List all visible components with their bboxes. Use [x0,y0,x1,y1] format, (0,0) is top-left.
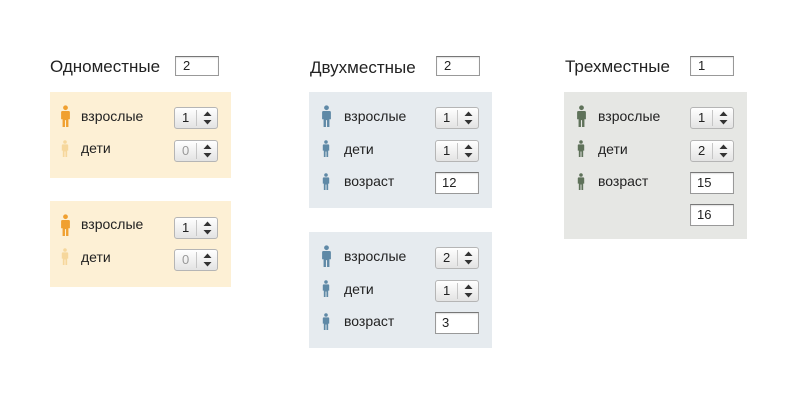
children-select-value: 2 [698,143,706,158]
up-down-arrows-icon [464,111,473,125]
select-divider [457,110,458,126]
single-room-panel: взрослые 1 дети 0 [50,92,231,178]
select-divider [712,110,713,126]
child-age-input[interactable]: 3 [435,312,479,334]
children-select[interactable]: 2 [690,140,734,162]
up-down-arrows-icon [719,111,728,125]
child-person-icon [322,313,330,330]
children-label: дети [81,249,111,265]
select-divider [196,252,197,268]
child-person-icon [61,248,69,265]
triple-rooms-title: Трехместные [565,57,670,76]
children-label: дети [344,141,374,157]
adults-select-value: 1 [698,110,706,125]
double-room-panel: взрослые 2 дети 1 возраст 3 [309,232,492,348]
child-person-icon [577,140,585,157]
up-down-arrows-icon [203,253,212,267]
adults-select-value: 2 [443,250,451,265]
select-divider [196,143,197,159]
select-divider [196,110,197,126]
children-label: дети [598,141,628,157]
children-select[interactable]: 0 [174,249,218,271]
child-person-icon [61,140,69,157]
adult-person-icon [576,105,587,127]
children-select-value: 1 [443,143,451,158]
adults-select[interactable]: 1 [174,107,218,129]
children-label: дети [344,281,374,297]
single-rooms-count-input[interactable]: 2 [175,56,219,76]
select-divider [457,143,458,159]
children-select[interactable]: 1 [435,280,479,302]
up-down-arrows-icon [719,144,728,158]
adults-select-value: 1 [443,110,451,125]
single-room-panel: взрослые 1 дети 0 [50,201,231,287]
children-select[interactable]: 1 [435,140,479,162]
double-rooms-count-input[interactable]: 2 [436,56,480,76]
age-label: возраст [598,173,649,189]
age-label: возраст [344,173,395,189]
up-down-arrows-icon [203,221,212,235]
adults-label: взрослые [81,216,144,232]
adult-person-icon [321,245,332,267]
children-select[interactable]: 0 [174,140,218,162]
adult-person-icon [60,105,71,127]
adults-label: взрослые [81,108,144,124]
child-person-icon [322,140,330,157]
single-rooms-title: Одноместные [50,57,161,76]
double-room-panel: взрослые 1 дети 1 возраст 12 [309,92,492,208]
child-person-icon [577,173,585,190]
adults-select[interactable]: 1 [435,107,479,129]
children-label: дети [81,140,111,156]
adults-select[interactable]: 1 [174,217,218,239]
children-select-value: 1 [443,283,451,298]
children-select-value: 0 [182,143,190,158]
up-down-arrows-icon [203,144,212,158]
triple-room-panel: взрослые 1 дети 2 возраст 15 16 [564,92,747,239]
child-age-input[interactable]: 16 [690,204,734,226]
adults-label: взрослые [344,248,407,264]
age-label: возраст [344,313,395,329]
triple-rooms-count-input[interactable]: 1 [690,56,734,76]
up-down-arrows-icon [203,111,212,125]
child-person-icon [322,173,330,190]
select-divider [196,220,197,236]
select-divider [457,250,458,266]
select-divider [712,143,713,159]
up-down-arrows-icon [464,251,473,265]
adults-label: взрослые [344,108,407,124]
up-down-arrows-icon [464,144,473,158]
select-divider [457,283,458,299]
children-select-value: 0 [182,252,190,267]
child-age-input[interactable]: 15 [690,172,734,194]
adults-select[interactable]: 2 [435,247,479,269]
adult-person-icon [60,214,71,236]
child-person-icon [322,280,330,297]
adults-select-value: 1 [182,110,190,125]
child-age-input[interactable]: 12 [435,172,479,194]
adult-person-icon [321,105,332,127]
up-down-arrows-icon [464,284,473,298]
double-rooms-title: Двухместные [310,58,416,77]
adults-select[interactable]: 1 [690,107,734,129]
adults-label: взрослые [598,108,661,124]
adults-select-value: 1 [182,220,190,235]
